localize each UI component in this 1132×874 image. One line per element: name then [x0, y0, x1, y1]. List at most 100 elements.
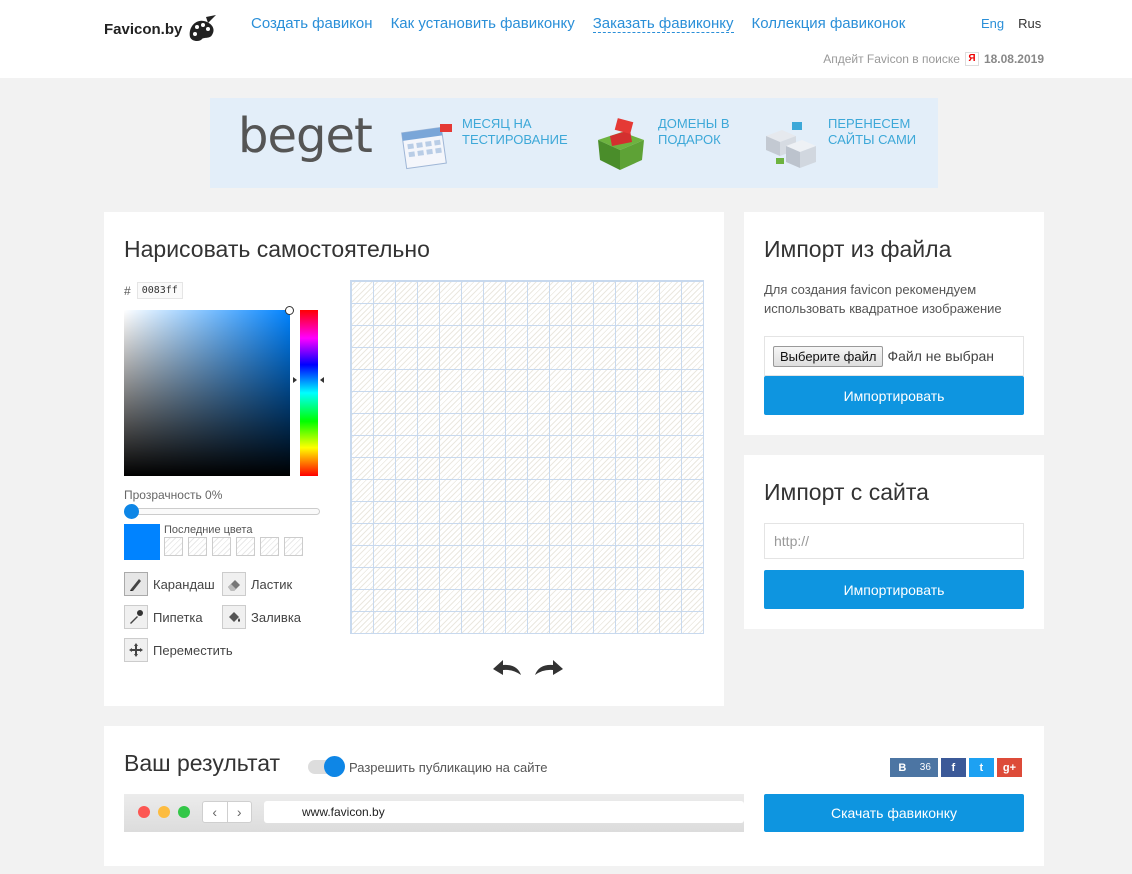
nav-create-favicon[interactable]: Создать фавикон: [251, 15, 373, 33]
pixel-canvas-grid[interactable]: [350, 280, 704, 634]
no-file-text: Файл не выбран: [887, 348, 995, 364]
promo-domains-text: Домены в подарок: [658, 116, 730, 147]
hue-arrow-left-icon: [293, 377, 297, 383]
tool-pipette-label: Пипетка: [153, 609, 203, 625]
chevron-right-icon: ›: [236, 804, 242, 820]
import-file-title: Импорт из файла: [764, 236, 952, 262]
nav-order-favicon[interactable]: Заказать фавиконку: [592, 15, 734, 33]
language-switcher: Eng Rus: [981, 16, 1041, 31]
social-share: В 36 f t g+: [889, 758, 1022, 777]
promo-domains: Домены в подарок: [592, 116, 766, 174]
tool-eraser[interactable]: Ластик: [222, 572, 292, 596]
lang-rus-current: Rus: [1018, 16, 1042, 31]
chevron-left-icon: ‹: [203, 802, 228, 822]
import-file-description: Для создания favicon рекомендуем использ…: [764, 282, 1002, 316]
result-panel: Ваш результат Разрешить публикацию на са…: [104, 726, 1044, 866]
sv-picker-handle[interactable]: [285, 306, 294, 315]
nav-how-to-install[interactable]: Как установить фавиконку: [391, 15, 575, 33]
twitter-share-button[interactable]: t: [968, 758, 994, 777]
tool-pipette[interactable]: Пипетка: [124, 605, 203, 629]
move-arrows-icon: [124, 638, 148, 662]
update-text: Апдейт Favicon в поиске: [823, 52, 960, 66]
download-favicon-button[interactable]: Скачать фавиконку: [764, 794, 1024, 832]
twitter-icon: t: [979, 761, 984, 774]
eraser-icon: [222, 572, 246, 596]
facebook-icon: f: [951, 761, 956, 774]
beget-logo: beget: [238, 108, 373, 164]
choose-file-button[interactable]: Выберите файл: [773, 345, 884, 367]
pipette-icon: [124, 605, 148, 629]
header: Favicon.by Создать фавикон Как установит…: [0, 0, 1132, 78]
file-input: Выберите файл Файл не выбран: [764, 336, 1024, 376]
import-site-button[interactable]: Импортировать: [764, 570, 1024, 609]
promo-trial: Месяц на тестирование: [396, 116, 570, 174]
window-close-dot: [138, 806, 150, 818]
recent-color-slot[interactable]: [260, 537, 279, 556]
opacity-label: Прозрачность 0%: [124, 488, 223, 502]
main-nav: Создать фавикон Как установить фавиконку…: [251, 15, 905, 33]
browser-preview: ‹ › www.favicon.by: [124, 794, 744, 832]
recent-colors: [164, 537, 303, 556]
import-site-panel: Импорт с сайта http:// Импортировать: [744, 455, 1044, 629]
recent-color-slot[interactable]: [164, 537, 183, 556]
tool-pencil[interactable]: Карандаш: [124, 572, 215, 596]
logo-text: Favicon.by: [104, 20, 183, 38]
beget-ad-banner[interactable]: beget Месяц на тестирование Домены в под…: [210, 98, 938, 188]
publish-toggle-knob[interactable]: [324, 756, 345, 777]
servers-icon: [766, 122, 816, 168]
window-maximize-dot: [178, 806, 190, 818]
tool-fill[interactable]: Заливка: [222, 605, 301, 629]
hex-color-input[interactable]: 0083ff: [136, 282, 183, 299]
promo-migration-text: Перенесем сайты сами: [828, 116, 917, 147]
import-site-title: Импорт с сайта: [764, 479, 929, 505]
palette-icon: [190, 15, 217, 42]
yandex-icon: Я: [964, 52, 979, 66]
window-minimize-dot: [158, 806, 170, 818]
vk-share-button[interactable]: В 36: [889, 758, 938, 777]
undo-button[interactable]: [490, 655, 524, 679]
draw-panel: Нарисовать самостоятельно # 0083ff Прозр…: [104, 212, 724, 706]
site-logo[interactable]: Favicon.by: [104, 15, 218, 43]
browser-url: www.favicon.by: [302, 805, 385, 819]
current-color-swatch: [124, 524, 160, 560]
recent-color-slot[interactable]: [188, 537, 207, 556]
fill-bucket-icon: [222, 605, 246, 629]
facebook-share-button[interactable]: f: [940, 758, 966, 777]
tool-move-label: Переместить: [153, 642, 233, 658]
history-controls: [490, 655, 566, 679]
gift-box-icon: [598, 118, 644, 170]
result-title: Ваш результат: [124, 750, 281, 776]
tool-move[interactable]: Переместить: [124, 638, 233, 662]
import-file-button[interactable]: Импортировать: [764, 376, 1024, 415]
site-url-input[interactable]: http://: [764, 523, 1024, 559]
calendar-icon: [401, 124, 452, 170]
tool-eraser-label: Ластик: [251, 576, 293, 592]
draw-title: Нарисовать самостоятельно: [124, 236, 430, 262]
opacity-slider-knob[interactable]: [124, 504, 139, 519]
google-plus-share-button[interactable]: g+: [996, 758, 1022, 777]
recent-color-slot[interactable]: [212, 537, 231, 556]
undo-arrow-icon: [493, 660, 521, 675]
google-plus-icon: g+: [1002, 761, 1016, 774]
browser-nav-buttons: ‹ ›: [202, 801, 252, 823]
beget-brand: beget: [238, 108, 373, 164]
vk-share-count: 36: [919, 762, 931, 773]
hue-slider[interactable]: [300, 310, 318, 476]
recent-color-slot[interactable]: [236, 537, 255, 556]
nav-favicon-collection[interactable]: Коллекция фавиконок: [752, 15, 906, 33]
recent-colors-label: Последние цвета: [164, 524, 253, 536]
lang-eng-link[interactable]: Eng: [981, 16, 1004, 31]
vk-icon: В: [898, 761, 907, 774]
hex-color-row: # 0083ff: [124, 282, 183, 299]
saturation-value-picker[interactable]: [124, 306, 294, 476]
hue-arrow-right-icon: [320, 377, 324, 383]
hex-prefix: #: [124, 283, 131, 298]
publish-toggle-label: Разрешить публикацию на сайте: [349, 760, 548, 775]
update-date: 18.08.2019: [983, 52, 1044, 66]
recent-color-slot[interactable]: [284, 537, 303, 556]
tool-pencil-label: Карандаш: [153, 576, 215, 592]
opacity-slider[interactable]: [126, 508, 320, 515]
redo-arrow-icon: [535, 660, 563, 675]
tool-fill-label: Заливка: [251, 609, 302, 625]
redo-button[interactable]: [532, 655, 566, 679]
